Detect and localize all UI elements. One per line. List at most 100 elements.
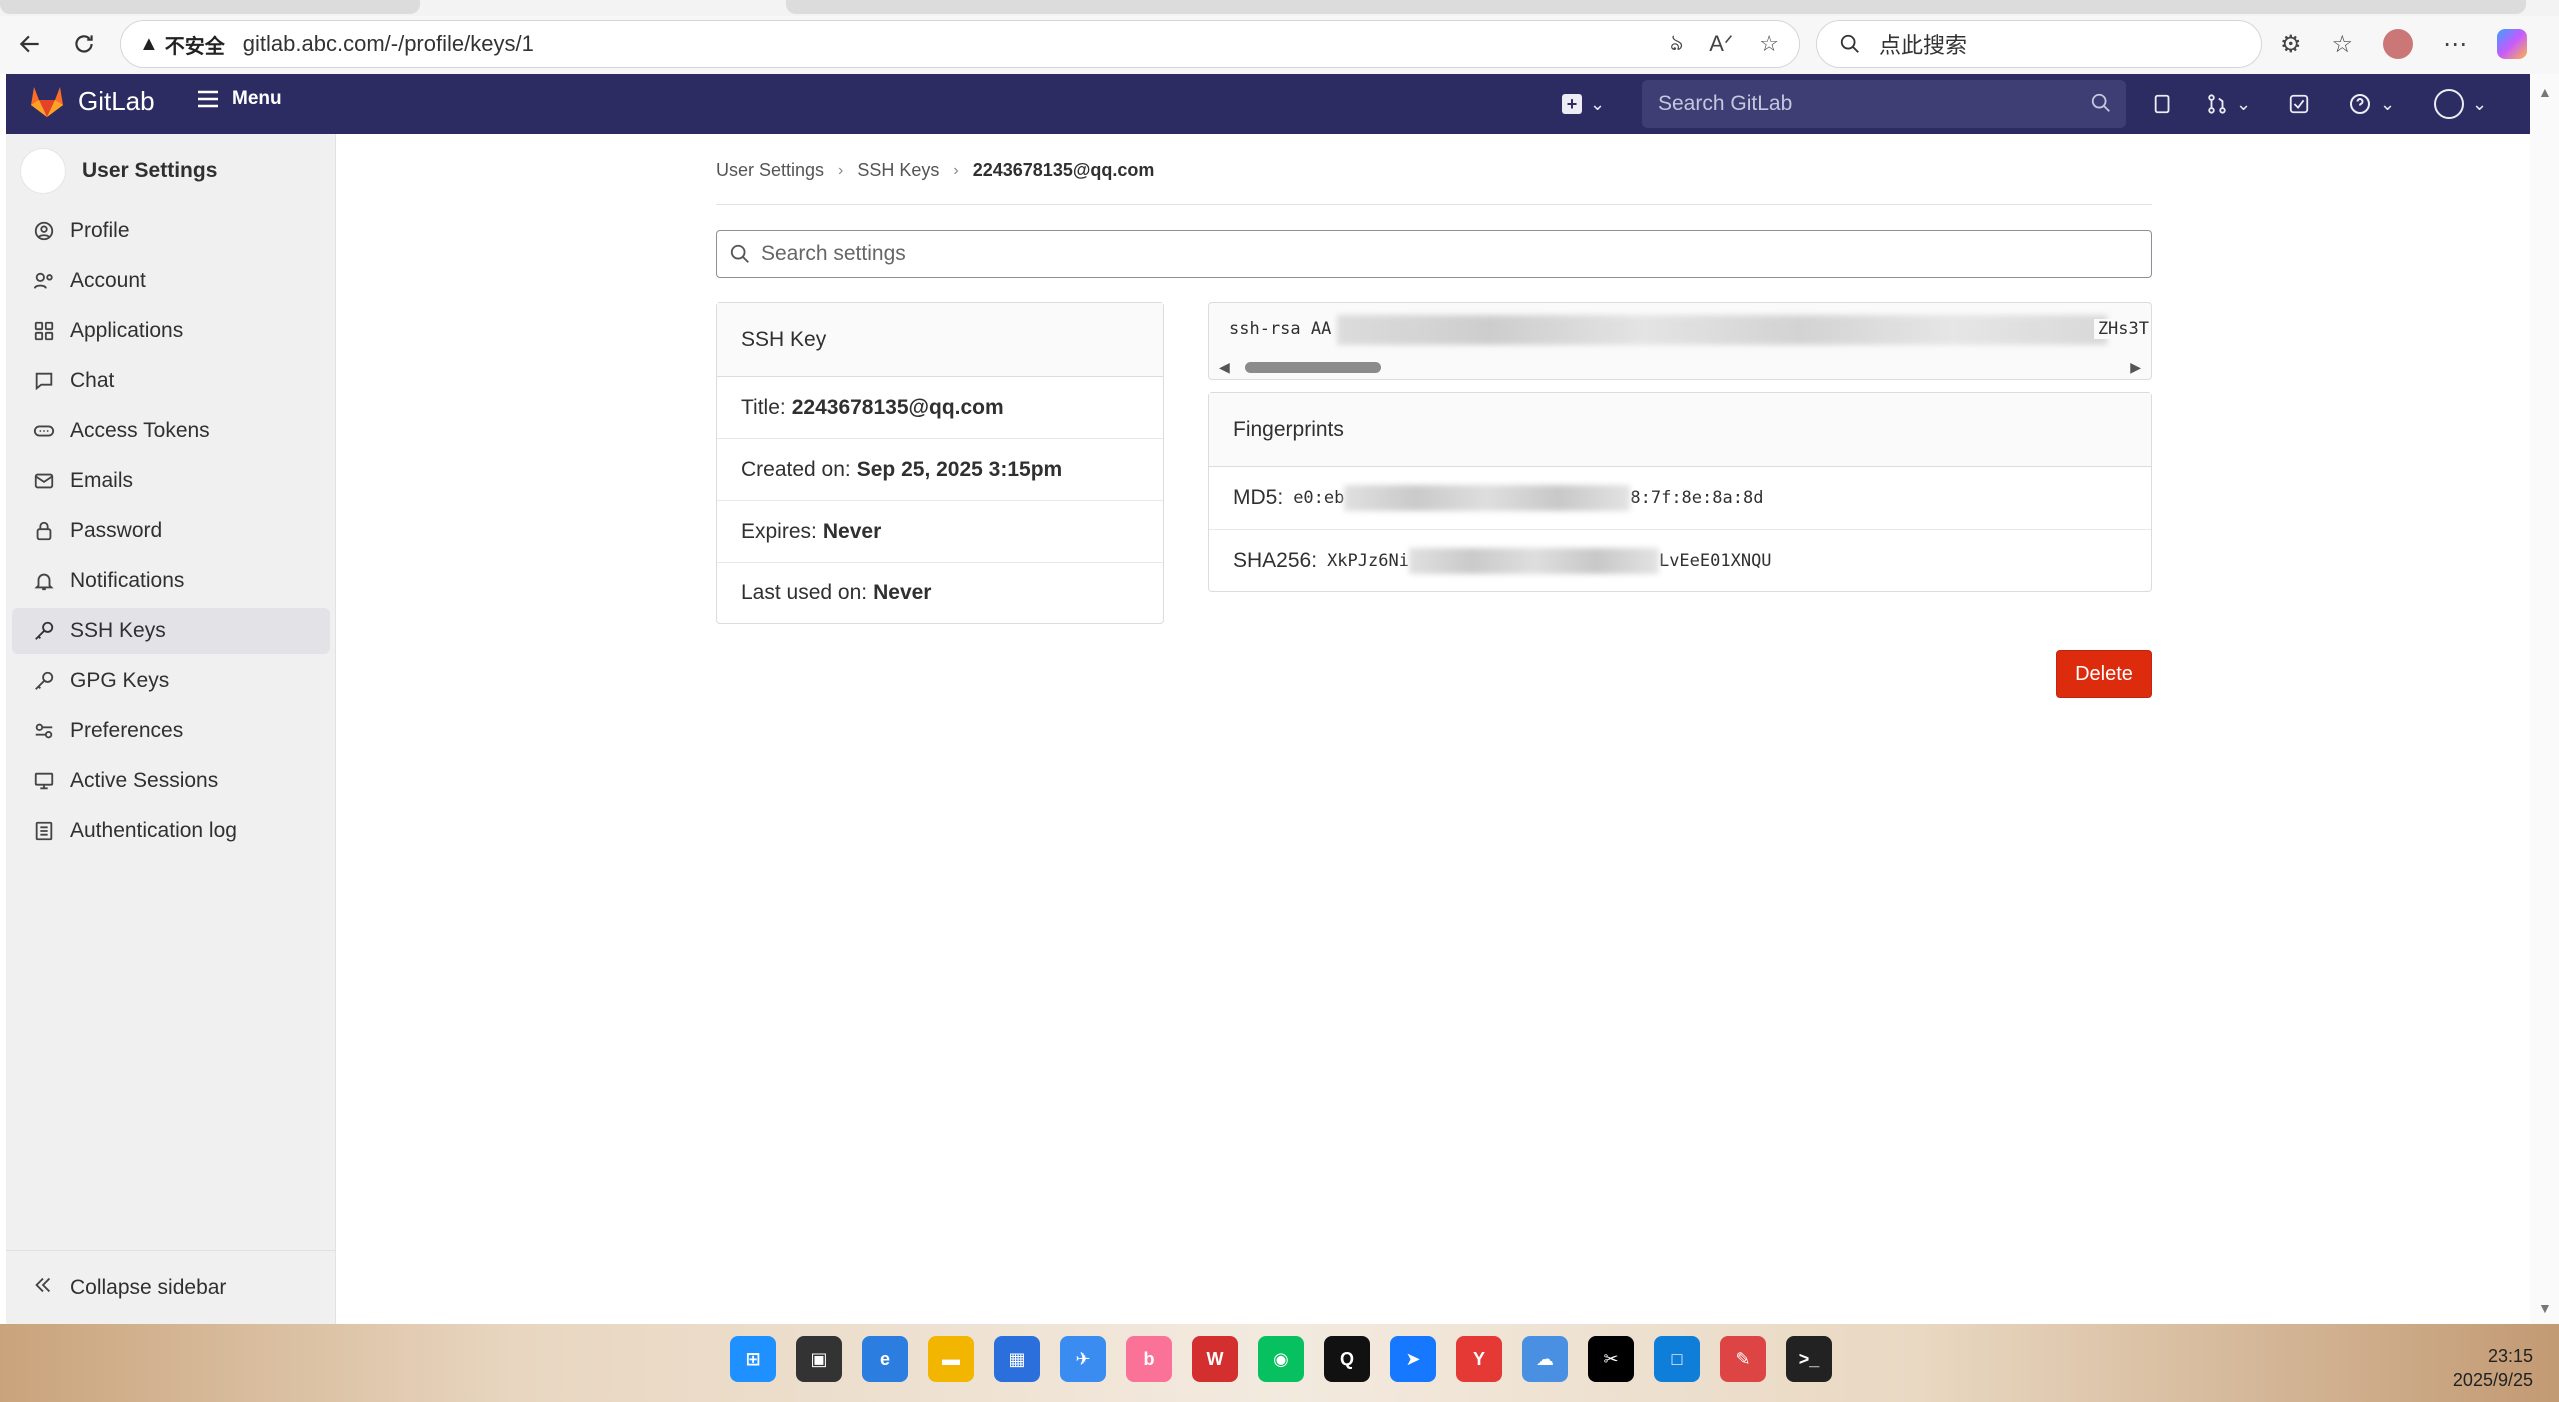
sidebar-item-preferences[interactable]: Preferences [12, 708, 330, 754]
snipping-tool-icon[interactable]: ✎ [1720, 1336, 1766, 1382]
merge-requests-dropdown[interactable]: ⌄ [2206, 86, 2251, 122]
ssh-key-text-box[interactable]: ssh-rsa AA ZHs3T ◀ ▶ [1208, 302, 2152, 380]
sidebar-title: User Settings [82, 159, 218, 182]
gitlab-logo[interactable]: GitLab [28, 83, 155, 119]
sha256-start: XkPJz6Ni [1327, 550, 1409, 571]
breadcrumb-current[interactable]: 2243678135@qq.com [973, 160, 1155, 181]
field-label: Created on: [741, 457, 851, 481]
user-menu-dropdown[interactable]: ⌄ [2434, 86, 2487, 122]
sha256-end: LvEeE01XNQU [1658, 550, 1772, 571]
sidebar-item-label: Authentication log [70, 819, 237, 842]
profile-avatar-icon[interactable] [2383, 29, 2414, 59]
sidebar-item-authentication-log[interactable]: Authentication log [12, 808, 330, 854]
browser-tab[interactable] [0, 0, 420, 14]
browser-search-box[interactable]: 点此搜索 [1816, 20, 2262, 68]
redacted-fingerprint [1408, 547, 1659, 574]
sidebar-item-applications[interactable]: Applications [12, 308, 330, 354]
breadcrumb-ssh-keys[interactable]: SSH Keys [857, 160, 939, 181]
taskbar-apps: ⊞ ▣ e ▬ ▦ ✈ b W ◉ Q ➤ Y ☁ ✂ □ ✎ >_ [730, 1336, 1832, 1382]
sidebar-item-access-tokens[interactable]: Access Tokens [12, 408, 330, 454]
task-view-icon[interactable]: ▣ [796, 1336, 842, 1382]
baidu-netdisk-icon[interactable]: ☁ [1522, 1336, 1568, 1382]
gitlab-search-input[interactable]: Search GitLab [1642, 80, 2126, 128]
copilot-icon[interactable] [2497, 29, 2528, 59]
url-text[interactable]: gitlab.abc.com/-/profile/keys/1 [243, 31, 534, 57]
os-taskbar: ⊞ ▣ e ▬ ▦ ✈ b W ◉ Q ➤ Y ☁ ✂ □ ✎ >_ 23:15… [0, 1324, 2559, 1402]
more-icon[interactable]: ⋯ [2443, 30, 2467, 59]
sidebar-item-label: Account [70, 269, 146, 292]
sidebar-item-label: Active Sessions [70, 769, 219, 792]
divider [716, 204, 2152, 205]
reload-icon[interactable] [64, 24, 104, 64]
bilibili-icon[interactable]: b [1126, 1336, 1172, 1382]
delete-label: Delete [2075, 662, 2133, 685]
wechat-icon[interactable]: ◉ [1258, 1336, 1304, 1382]
wps-icon[interactable]: W [1192, 1336, 1238, 1382]
sidebar-item-password[interactable]: Password [12, 508, 330, 554]
scroll-left-icon[interactable]: ◀ [1219, 359, 1230, 376]
settings-sidebar: User Settings Profile Account Applicatio… [6, 134, 336, 1324]
yandex-icon[interactable]: Y [1456, 1336, 1502, 1382]
read-aloud-icon[interactable]: Aᐟ [1709, 31, 1733, 57]
back-icon[interactable] [10, 24, 50, 64]
file-explorer-icon[interactable]: ▬ [928, 1336, 974, 1382]
page-vertical-scrollbar[interactable]: ▲ ▼ [2530, 74, 2559, 1324]
capcut-icon[interactable]: ✂ [1588, 1336, 1634, 1382]
favorites-icon[interactable]: ☆ [2332, 30, 2354, 59]
security-warning[interactable]: ▲ 不安全 [139, 30, 225, 59]
sidebar-item-notifications[interactable]: Notifications [12, 558, 330, 604]
scroll-right-icon[interactable]: ▶ [2130, 359, 2141, 376]
sidebar-item-emails[interactable]: Emails [12, 458, 330, 504]
new-dropdown[interactable]: + ⌄ [1562, 86, 1605, 122]
ssh-key-expires-row: Expires: Never [717, 501, 1163, 563]
scroll-down-icon[interactable]: ▼ [2538, 1300, 2552, 1316]
extensions-icon[interactable]: ⚙ [2280, 30, 2302, 59]
scrollbar-thumb[interactable] [1245, 362, 1381, 373]
settings-search-input[interactable]: Search settings [716, 230, 2152, 278]
chevron-right-icon: › [838, 161, 844, 179]
qq-icon[interactable]: Q [1324, 1336, 1370, 1382]
card-title: SSH Key [741, 327, 827, 351]
help-dropdown[interactable]: ⌄ [2348, 86, 2395, 122]
address-bar[interactable]: ▲ 不安全 gitlab.abc.com/-/profile/keys/1 ঌ … [120, 20, 1800, 68]
favorite-star-icon[interactable]: ☆ [1759, 31, 1779, 57]
sidebar-item-gpg-keys[interactable]: GPG Keys [12, 658, 330, 704]
terminal-icon[interactable]: >_ [1786, 1336, 1832, 1382]
double-chevron-left-icon [32, 1274, 54, 1302]
scroll-up-icon[interactable]: ▲ [2538, 84, 2552, 100]
field-label: Expires: [741, 519, 817, 543]
virtualbox-icon[interactable]: □ [1654, 1336, 1700, 1382]
edge-icon[interactable]: e [862, 1336, 908, 1382]
sidebar-item-ssh-keys[interactable]: SSH Keys [12, 608, 330, 654]
todos-icon[interactable] [2288, 86, 2310, 122]
menu-button[interactable]: Menu [196, 88, 282, 110]
taskbar-clock[interactable]: 23:15 2025/9/25 [2453, 1344, 2533, 1392]
sidebar-item-profile[interactable]: Profile [12, 208, 330, 254]
field-label: MD5: [1233, 486, 1284, 509]
issues-icon[interactable] [2152, 86, 2174, 122]
sidebar-item-active-sessions[interactable]: Active Sessions [12, 758, 330, 804]
sidebar-item-chat[interactable]: Chat [12, 358, 330, 404]
delete-button[interactable]: Delete [2056, 650, 2152, 698]
sidebar-header[interactable]: User Settings [20, 148, 217, 194]
browser-tab[interactable] [786, 0, 2526, 14]
collapse-sidebar-button[interactable]: Collapse sidebar [6, 1250, 336, 1324]
gitlab-search-placeholder: Search GitLab [1658, 92, 1793, 115]
sidebar-item-label: GPG Keys [70, 669, 170, 692]
browser-search-placeholder: 点此搜索 [1879, 33, 1968, 58]
feishu-icon[interactable]: ✈ [1060, 1336, 1106, 1382]
sidebar-item-account[interactable]: Account [12, 258, 330, 304]
breadcrumb-user-settings[interactable]: User Settings [716, 160, 824, 181]
chevron-down-icon: ⌄ [1590, 93, 1606, 114]
start-icon[interactable]: ⊞ [730, 1336, 776, 1382]
translate-icon[interactable]: ঌ [1670, 26, 1683, 63]
redacted-fingerprint [1344, 485, 1631, 511]
ssh-key-expires: Never [822, 519, 882, 543]
store-icon[interactable]: ▦ [994, 1336, 1040, 1382]
browser-toolbar: ▲ 不安全 gitlab.abc.com/-/profile/keys/1 ঌ … [0, 16, 2559, 74]
dingtalk-icon[interactable]: ➤ [1390, 1336, 1436, 1382]
settings-search-placeholder: Search settings [761, 242, 906, 265]
sidebar-item-label: Profile [70, 219, 130, 242]
horizontal-scrollbar[interactable]: ◀ ▶ [1209, 355, 2151, 379]
search-icon [2091, 93, 2110, 112]
